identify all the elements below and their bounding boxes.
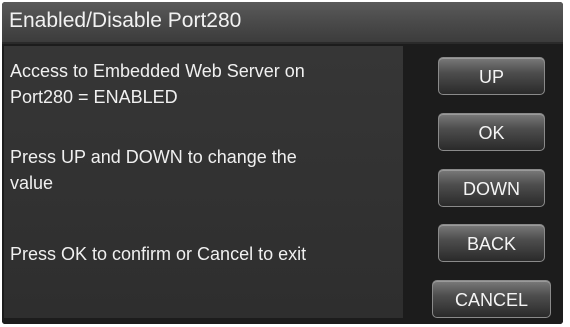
instruction-line-1: Press UP and DOWN to change the [10,147,297,167]
instruction-message: Press UP and DOWN to change the value [10,144,400,196]
access-status-message: Access to Embedded Web Server on Port280… [10,58,400,110]
content-area: Access to Embedded Web Server on Port280… [2,44,563,324]
title-bar: Enabled/Disable Port280 [2,2,563,44]
message-panel: Access to Embedded Web Server on Port280… [4,46,403,318]
instruction-line-2: value [10,173,54,193]
page-title: Enabled/Disable Port280 [9,9,242,32]
back-button[interactable]: BACK [438,224,545,262]
access-status-line-2: Port280 = ENABLED [10,87,178,107]
cancel-button[interactable]: CANCEL [432,280,551,318]
ok-button[interactable]: OK [438,113,545,151]
down-button[interactable]: DOWN [438,169,545,207]
confirm-message: Press OK to confirm or Cancel to exit [10,244,307,264]
access-status-line-1: Access to Embedded Web Server on [10,61,305,81]
printer-control-panel: Enabled/Disable Port280 Access to Embedd… [2,2,563,324]
up-button[interactable]: UP [438,57,545,95]
